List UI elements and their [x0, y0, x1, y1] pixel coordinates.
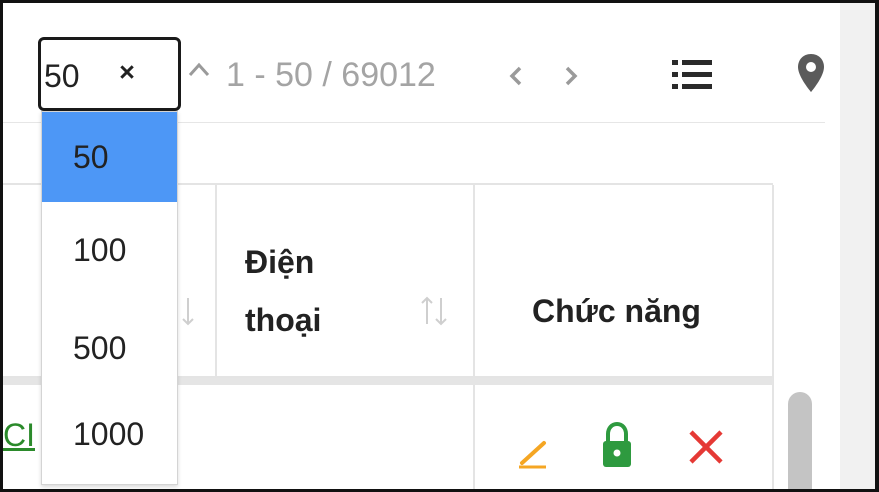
column-header-phone[interactable]: Điện thoại: [245, 233, 321, 349]
column-divider: [473, 185, 475, 489]
column-divider: [215, 185, 217, 378]
page-size-option-100[interactable]: 100: [42, 202, 177, 292]
page-size-option-1000[interactable]: 1000: [42, 382, 177, 472]
column-divider: [772, 185, 774, 489]
sort-icon[interactable]: [417, 292, 453, 330]
row-link[interactable]: CI: [3, 417, 39, 454]
right-gutter: [840, 3, 875, 489]
page-size-option-500[interactable]: 500: [42, 292, 177, 382]
pagination-range: 1 - 50 / 69012: [226, 56, 436, 94]
column-header-actions: Chức năng: [532, 293, 701, 329]
sort-icon[interactable]: [180, 292, 204, 330]
list-view-icon[interactable]: [668, 56, 716, 94]
page-size-value: 50: [44, 58, 80, 94]
page-size-dropdown: 50 100 500 1000: [41, 111, 178, 485]
scrollbar-thumb[interactable]: [788, 392, 812, 489]
page-size-option-50[interactable]: 50: [42, 112, 177, 202]
delete-x-icon[interactable]: [686, 427, 726, 467]
lock-icon[interactable]: [600, 420, 634, 470]
chevron-right-icon[interactable]: [560, 62, 582, 90]
clear-icon[interactable]: ×: [116, 56, 138, 88]
page-size-select[interactable]: 50 ×: [38, 37, 181, 111]
chevron-left-icon[interactable]: [505, 62, 527, 90]
map-pin-icon[interactable]: [795, 52, 827, 94]
pencil-icon[interactable]: [516, 423, 552, 469]
caret-up-icon[interactable]: [186, 55, 212, 85]
